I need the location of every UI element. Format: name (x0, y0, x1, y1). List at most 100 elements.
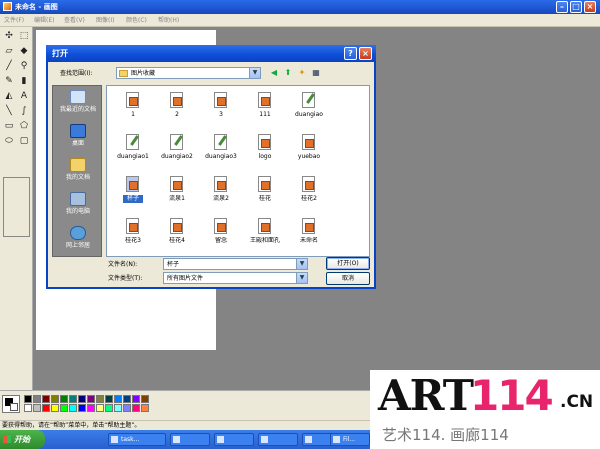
color-swatch[interactable] (78, 404, 86, 412)
eraser-icon[interactable]: ▱ (2, 44, 16, 58)
file-item[interactable]: 留念 (199, 214, 243, 254)
magnifier-icon[interactable]: ⚲ (17, 59, 31, 73)
airbrush-icon[interactable]: ◭ (2, 89, 16, 103)
color-swatch[interactable] (123, 404, 131, 412)
cancel-button[interactable]: 取消 (326, 272, 370, 285)
color-swatch[interactable] (51, 395, 59, 403)
polygon-icon[interactable]: ⬠ (17, 119, 31, 133)
color-swatch[interactable] (69, 395, 77, 403)
background-color[interactable] (10, 403, 18, 411)
file-item[interactable]: 流泉1 (155, 172, 199, 212)
dialog-close-icon[interactable]: × (359, 47, 372, 60)
color-swatch[interactable] (42, 404, 50, 412)
look-in-combo[interactable]: 图片收藏 ▼ (116, 67, 261, 79)
file-item[interactable]: logo (243, 130, 287, 170)
color-swatch[interactable] (96, 404, 104, 412)
fill-icon[interactable]: ◆ (17, 44, 31, 58)
color-swatch[interactable] (60, 404, 68, 412)
view-menu-icon[interactable]: ▦ (310, 67, 322, 79)
back-icon[interactable]: ◀ (268, 67, 280, 79)
color-swatch[interactable] (87, 404, 95, 412)
file-item[interactable]: 流泉2 (199, 172, 243, 212)
menu-edit[interactable]: 编辑(E) (34, 16, 54, 25)
taskbar-item[interactable] (258, 433, 298, 446)
color-swatch[interactable] (42, 395, 50, 403)
minimize-button[interactable]: – (556, 1, 568, 13)
color-swatch[interactable] (60, 395, 68, 403)
color-swatch[interactable] (78, 395, 86, 403)
file-item[interactable]: 桂花3 (111, 214, 155, 254)
file-item[interactable]: 桂花4 (155, 214, 199, 254)
color-swatch[interactable] (33, 404, 41, 412)
chevron-down-icon[interactable]: ▼ (249, 68, 260, 78)
place-desktop[interactable]: 桌面 (53, 122, 103, 156)
file-item[interactable]: 111 (243, 88, 287, 128)
place-recent[interactable]: 我最近的文档 (53, 88, 103, 122)
new-folder-icon[interactable]: ✦ (296, 67, 308, 79)
start-button[interactable]: 开始 (0, 430, 45, 449)
rounded-rect-icon[interactable]: ▢ (17, 134, 31, 148)
pencil-icon[interactable]: ✎ (2, 74, 16, 88)
file-list[interactable]: 1 2 3 111 duangiao duangiao1 duangiao2 d… (106, 85, 370, 257)
brush-icon[interactable]: ▮ (17, 74, 31, 88)
file-item-selected[interactable]: 杯子 (111, 172, 155, 212)
menu-view[interactable]: 查看(V) (64, 16, 85, 25)
chevron-down-icon[interactable]: ▼ (296, 259, 307, 269)
taskbar-item[interactable]: task... (108, 433, 166, 446)
color-swatch[interactable] (123, 395, 131, 403)
menu-file[interactable]: 文件(F) (4, 16, 24, 25)
color-swatch[interactable] (69, 404, 77, 412)
color-swatch[interactable] (114, 404, 122, 412)
picker-icon[interactable]: ╱ (2, 59, 16, 73)
taskbar-item[interactable] (214, 433, 254, 446)
file-item[interactable]: duangiao2 (155, 130, 199, 170)
rect-select-icon[interactable]: ⬚ (17, 29, 31, 43)
tool-options-box[interactable] (3, 177, 30, 237)
file-item[interactable]: 桂花 (243, 172, 287, 212)
taskbar-item[interactable] (170, 433, 210, 446)
menu-colors[interactable]: 颜色(C) (126, 16, 147, 25)
up-folder-icon[interactable]: ⬆ (282, 67, 294, 79)
color-swatch[interactable] (87, 395, 95, 403)
maximize-button[interactable]: □ (570, 1, 582, 13)
color-swatch[interactable] (105, 404, 113, 412)
menu-help[interactable]: 帮助(H) (158, 16, 179, 25)
taskbar-item[interactable]: Fil... (330, 433, 370, 446)
color-swatch[interactable] (33, 395, 41, 403)
file-item[interactable]: 未命名 (287, 214, 331, 254)
file-item[interactable]: duangiao1 (111, 130, 155, 170)
text-icon[interactable]: A (17, 89, 31, 103)
help-icon[interactable]: ? (344, 47, 357, 60)
color-swatch[interactable] (114, 395, 122, 403)
free-select-icon[interactable]: ✣ (2, 29, 16, 43)
color-swatch[interactable] (24, 395, 32, 403)
color-swatch[interactable] (132, 395, 140, 403)
place-network[interactable]: 网上邻居 (53, 224, 103, 258)
chevron-down-icon[interactable]: ▼ (296, 273, 307, 283)
filename-input[interactable]: 杯子 ▼ (163, 258, 308, 270)
rectangle-icon[interactable]: ▭ (2, 119, 16, 133)
color-swatch[interactable] (96, 395, 104, 403)
filetype-select[interactable]: 所有图片文件 ▼ (163, 272, 308, 284)
place-my-documents[interactable]: 我的文档 (53, 156, 103, 190)
color-swatch[interactable] (141, 404, 149, 412)
file-item[interactable]: 2 (155, 88, 199, 128)
color-swatch[interactable] (132, 404, 140, 412)
ellipse-icon[interactable]: ⬭ (2, 134, 16, 148)
curve-icon[interactable]: ∫ (17, 104, 31, 118)
file-item[interactable]: 王殿和面孔 (243, 214, 287, 254)
color-swatch[interactable] (141, 395, 149, 403)
file-item[interactable]: yuebao (287, 130, 331, 170)
color-swatch[interactable] (105, 395, 113, 403)
open-button[interactable]: 打开(O) (326, 257, 370, 270)
color-swatch[interactable] (24, 404, 32, 412)
close-button[interactable]: × (584, 1, 596, 13)
place-my-computer[interactable]: 我的电脑 (53, 190, 103, 224)
file-item[interactable]: duangiao (287, 88, 331, 128)
file-item[interactable]: 3 (199, 88, 243, 128)
file-item[interactable]: duangiao3 (199, 130, 243, 170)
color-swatch[interactable] (51, 404, 59, 412)
menu-image[interactable]: 图像(I) (96, 16, 114, 25)
file-item[interactable]: 1 (111, 88, 155, 128)
line-icon[interactable]: ╲ (2, 104, 16, 118)
